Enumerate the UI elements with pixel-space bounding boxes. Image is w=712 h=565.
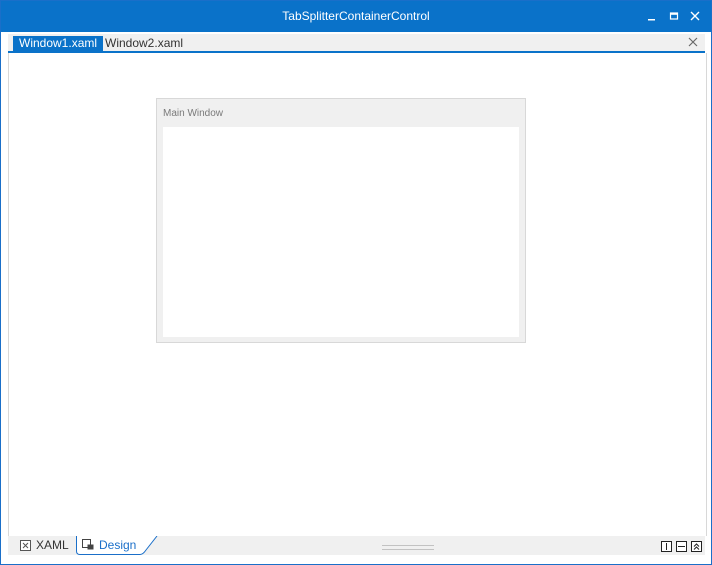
preview-window-title: Main Window <box>163 108 224 119</box>
minimize-icon <box>648 19 655 21</box>
design-icon <box>82 539 94 550</box>
preview-client-area[interactable] <box>163 127 519 337</box>
document-tab-strip: Window1.xaml Window2.xaml <box>8 34 705 53</box>
xaml-icon <box>20 539 31 551</box>
xaml-tab-label: XAML <box>36 538 69 552</box>
horizontal-split-icon[interactable] <box>676 541 687 552</box>
title-bar[interactable]: TabSplitterContainerControl <box>1 1 711 32</box>
vertical-split-icon[interactable] <box>661 541 672 552</box>
xaml-view-tab[interactable]: XAML <box>20 536 69 554</box>
close-icon <box>690 11 700 21</box>
view-switcher-bar: XAML Design <box>8 536 705 555</box>
designer-preview-window[interactable]: Main Window <box>156 98 526 343</box>
collapse-pane-icon[interactable] <box>691 541 702 552</box>
design-tab-label: Design <box>99 538 137 552</box>
maximize-icon <box>669 12 679 20</box>
close-tab-icon[interactable] <box>687 36 699 48</box>
tab-window2-xaml[interactable]: Window2.xaml <box>99 36 189 51</box>
app-window: TabSplitterContainerControl Window1.xaml… <box>0 0 712 565</box>
close-button[interactable] <box>687 8 703 24</box>
maximize-button[interactable] <box>666 8 682 24</box>
minimize-button[interactable] <box>644 8 660 24</box>
window-title: TabSplitterContainerControl <box>282 9 430 23</box>
splitter-grip[interactable] <box>382 545 434 550</box>
tab-window1-xaml[interactable]: Window1.xaml <box>13 36 104 51</box>
design-view-tab[interactable]: Design <box>82 536 136 554</box>
